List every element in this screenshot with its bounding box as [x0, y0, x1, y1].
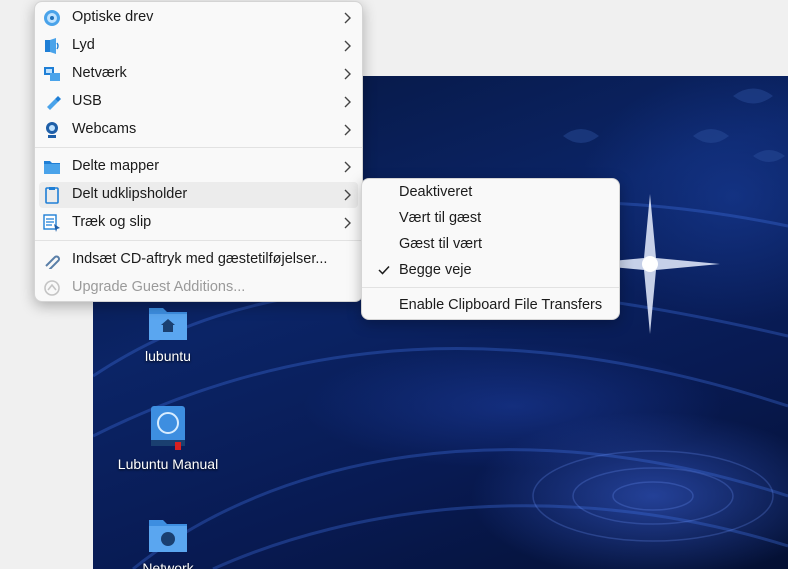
desktop-icon-network[interactable]: Network	[108, 514, 228, 569]
webcam-icon	[46, 122, 58, 138]
chevron-right-icon	[344, 40, 351, 52]
audio-icon	[45, 38, 59, 54]
menu-item-shared-clipboard[interactable]: Delt udklipsholder	[39, 182, 358, 208]
menu-item-label: Webcams	[72, 121, 137, 137]
submenu-item-disabled[interactable]: Deaktiveret	[366, 180, 615, 206]
submenu-item-label: Vært til gæst	[399, 210, 482, 226]
menu-separator	[35, 240, 362, 241]
chevron-right-icon	[344, 124, 351, 136]
chevron-right-icon	[344, 217, 351, 229]
menu-item-optical-drives[interactable]: Optiske drev	[39, 5, 358, 31]
manual-book-icon	[151, 406, 185, 450]
menu-item-label: Lyd	[72, 37, 95, 53]
submenu-item-label: Gæst til vært	[399, 236, 482, 252]
optical-disc-icon	[44, 10, 60, 26]
desktop-icon-lubuntu-manual[interactable]: Lubuntu Manual	[108, 404, 228, 472]
network-folder-icon	[149, 520, 187, 552]
menu-item-network[interactable]: Netværk	[39, 61, 358, 87]
chevron-right-icon	[344, 68, 351, 80]
submenu-item-label: Begge veje	[399, 262, 472, 278]
menu-item-insert-guest-additions-cd[interactable]: Indsæt CD-aftryk med gæstetilføjelser...	[39, 247, 358, 273]
desktop-icon-lubuntu[interactable]: lubuntu	[108, 302, 228, 364]
clipboard-icon	[45, 187, 59, 204]
menu-item-shared-folders[interactable]: Delte mapper	[39, 154, 358, 180]
submenu-item-host-to-guest[interactable]: Vært til gæst	[366, 206, 615, 232]
menu-item-label: Delte mapper	[72, 158, 160, 174]
network-icon	[44, 67, 60, 81]
menu-item-label: Netværk	[72, 65, 127, 81]
submenu-item-clipboard-file-transfers[interactable]: Enable Clipboard File Transfers	[366, 293, 615, 319]
desktop-icon-label: lubuntu	[145, 348, 191, 364]
submenu-item-bidirectional[interactable]: Begge veje	[366, 258, 615, 284]
devices-menu: Optiske drev Lyd Netværk USB Webcams Del…	[34, 1, 363, 302]
menu-item-drag-and-drop[interactable]: Træk og slip	[39, 210, 358, 236]
usb-icon	[47, 96, 61, 110]
shared-folder-icon	[44, 161, 60, 174]
menu-item-label: Upgrade Guest Additions...	[72, 279, 246, 295]
submenu-item-guest-to-host[interactable]: Gæst til vært	[366, 232, 615, 258]
home-folder-icon	[149, 308, 187, 340]
submenu-item-label: Enable Clipboard File Transfers	[399, 297, 603, 313]
upgrade-icon	[44, 280, 60, 296]
drag-drop-icon	[43, 214, 60, 232]
chevron-right-icon	[344, 96, 351, 108]
menu-item-label: Indsæt CD-aftryk med gæstetilføjelser...	[72, 251, 328, 267]
menu-item-webcams[interactable]: Webcams	[39, 117, 358, 143]
desktop-icon-label: Lubuntu Manual	[117, 456, 219, 472]
menu-item-label: Optiske drev	[72, 9, 154, 25]
chevron-right-icon	[344, 161, 351, 173]
clipboard-submenu: Deaktiveret Vært til gæst Gæst til vært …	[361, 178, 620, 320]
checkmark-icon	[378, 265, 390, 275]
menu-item-upgrade-guest-additions: Upgrade Guest Additions...	[39, 275, 358, 301]
chevron-right-icon	[344, 189, 351, 201]
menu-item-usb[interactable]: USB	[39, 89, 358, 115]
menu-item-label: Delt udklipsholder	[72, 186, 188, 202]
chevron-right-icon	[344, 12, 351, 24]
submenu-item-label: Deaktiveret	[399, 184, 473, 200]
desktop-icon-label: Network	[142, 560, 194, 569]
menu-item-label: Træk og slip	[72, 214, 152, 230]
menu-item-audio[interactable]: Lyd	[39, 33, 358, 59]
menu-item-label: USB	[72, 93, 102, 109]
menu-separator	[35, 147, 362, 148]
insert-cd-icon	[45, 255, 60, 269]
menu-separator	[362, 287, 619, 288]
